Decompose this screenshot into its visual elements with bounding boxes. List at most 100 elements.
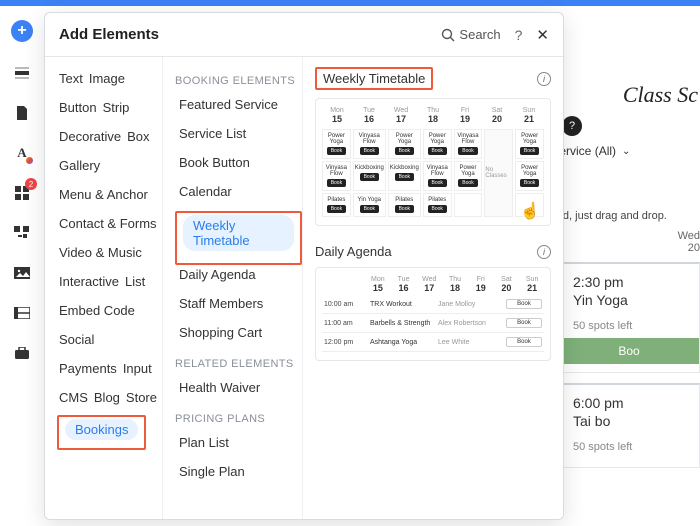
info-icon[interactable]: i xyxy=(537,72,551,86)
canvas-background: Class Sc ↔ ? y: Service (All) ⌄ To add, … xyxy=(568,6,700,526)
element-item[interactable]: Weekly Timetable xyxy=(175,211,302,265)
date-header: 18 xyxy=(418,114,448,124)
category-item[interactable]: Interactive xyxy=(57,270,123,293)
book-mini-button[interactable]: Book xyxy=(395,205,414,213)
weekly-timetable-preview[interactable]: MonTueWedThuFriSatSun 15161718192021 Pow… xyxy=(315,98,551,226)
category-item[interactable]: Gallery xyxy=(57,154,104,177)
category-item[interactable]: Social xyxy=(57,328,98,351)
category-item[interactable]: Payments xyxy=(57,357,121,380)
timetable-cell[interactable]: Vinyasa FlowBook xyxy=(353,129,386,159)
element-item[interactable]: Daily Agenda xyxy=(175,265,302,284)
apps-icon[interactable]: 2 xyxy=(13,184,31,202)
category-item[interactable]: Text xyxy=(57,67,87,90)
timetable-cell[interactable]: Power YogaBook xyxy=(515,129,544,159)
agenda-book-button[interactable]: Book xyxy=(506,337,542,347)
category-item[interactable]: Contact & Forms xyxy=(57,212,161,235)
category-item[interactable]: Decorative xyxy=(57,125,125,148)
help-icon[interactable]: ? xyxy=(515,27,523,43)
book-mini-button[interactable]: Book xyxy=(428,205,447,213)
info-icon[interactable]: i xyxy=(537,245,551,259)
element-item[interactable]: Health Waiver xyxy=(175,378,302,397)
business-icon[interactable] xyxy=(13,344,31,362)
element-item[interactable]: Single Plan xyxy=(175,462,302,481)
book-mini-button[interactable]: Book xyxy=(520,147,539,155)
timetable-cell[interactable]: Vinyasa FlowBook xyxy=(322,161,351,191)
text-style-icon[interactable]: A xyxy=(13,144,31,162)
book-button[interactable]: Boo xyxy=(559,338,699,364)
agenda-row[interactable]: 11:00 amBarbells & StrengthAlex Robertso… xyxy=(322,314,544,333)
category-item[interactable]: Store xyxy=(124,386,161,409)
element-item[interactable]: Calendar xyxy=(175,182,302,201)
book-mini-button[interactable]: Book xyxy=(428,179,447,187)
element-item[interactable]: Staff Members xyxy=(175,294,302,313)
timetable-cell[interactable]: Vinyasa FlowBook xyxy=(423,161,452,191)
book-mini-button[interactable]: Book xyxy=(520,179,539,187)
agenda-row[interactable]: 10:00 amTRX WorkoutJane MolloyBook xyxy=(322,295,544,314)
timetable-cell[interactable]: Power YogaBook xyxy=(454,161,483,191)
timetable-cell[interactable]: KickboxingBook xyxy=(388,161,421,191)
cursor-icon: ☝ xyxy=(520,201,540,221)
timetable-cell[interactable]: KickboxingBook xyxy=(353,161,386,191)
timetable-cell[interactable]: Yin YogaBook xyxy=(353,193,386,217)
book-mini-button[interactable]: Book xyxy=(360,205,379,213)
timetable-cell[interactable] xyxy=(454,193,483,217)
category-item[interactable]: Button xyxy=(57,96,101,119)
book-mini-button[interactable]: Book xyxy=(395,147,414,155)
category-item[interactable]: Strip xyxy=(101,96,134,119)
element-item[interactable]: Service List xyxy=(175,124,302,143)
timetable-cell[interactable]: PilatesBook xyxy=(388,193,421,217)
category-item[interactable]: Embed Code xyxy=(57,299,139,322)
timetable-cell[interactable]: PilatesBook xyxy=(322,193,351,217)
page-icon[interactable] xyxy=(13,104,31,122)
book-mini-button[interactable]: Book xyxy=(360,173,379,181)
timetable-cell[interactable]: PilatesBook xyxy=(423,193,452,217)
close-icon[interactable]: ✕ xyxy=(536,26,549,44)
book-mini-button[interactable]: Book xyxy=(327,205,346,213)
agenda-day-header: Sun21 xyxy=(520,276,544,295)
category-item[interactable]: Menu & Anchor xyxy=(57,183,152,206)
agenda-book-button[interactable]: Book xyxy=(506,318,542,328)
category-item[interactable]: Input xyxy=(121,357,156,380)
book-mini-button[interactable]: Book xyxy=(458,179,477,187)
slot-spots: 50 spots left xyxy=(573,441,689,453)
category-item[interactable]: CMS xyxy=(57,386,92,409)
book-mini-button[interactable]: Book xyxy=(327,179,346,187)
category-item[interactable]: List xyxy=(123,270,149,293)
element-item[interactable]: Plan List xyxy=(175,433,302,452)
search-button[interactable]: Search xyxy=(441,27,500,42)
category-item[interactable]: Bookings xyxy=(57,415,162,450)
agenda-row[interactable]: 12:00 pmAshtanga YogaLee WhiteBook xyxy=(322,333,544,352)
book-mini-button[interactable]: Book xyxy=(327,147,346,155)
timetable-cell[interactable]: Power YogaBook xyxy=(515,161,544,191)
day-header: Wed xyxy=(386,107,416,114)
daily-agenda-preview[interactable]: Mon15Tue16Wed17Thu18Fri19Sat20Sun21 10:0… xyxy=(315,267,551,361)
book-mini-button[interactable]: Book xyxy=(360,147,379,155)
timetable-cell[interactable]: Power YogaBook xyxy=(388,129,421,159)
element-item[interactable]: Book Button xyxy=(175,153,302,172)
section-icon[interactable] xyxy=(13,64,31,82)
agenda-book-button[interactable]: Book xyxy=(506,299,542,309)
timetable-cell[interactable]: Power YogaBook xyxy=(322,129,351,159)
timetable-cell[interactable]: Power YogaBook xyxy=(423,129,452,159)
category-item[interactable]: Blog xyxy=(92,386,124,409)
add-button[interactable]: + xyxy=(11,20,33,42)
element-item[interactable]: Shopping Cart xyxy=(175,323,302,342)
book-mini-button[interactable]: Book xyxy=(395,173,414,181)
chevron-down-icon[interactable]: ⌄ xyxy=(622,146,630,157)
data-icon[interactable] xyxy=(13,304,31,322)
class-slot[interactable]: 6:00 pm Tai bo 50 spots left xyxy=(558,383,700,468)
help-icon[interactable]: ? xyxy=(562,116,582,136)
media-icon[interactable] xyxy=(13,264,31,282)
book-mini-button[interactable]: Book xyxy=(428,147,447,155)
category-item[interactable]: Image xyxy=(87,67,129,90)
class-slot[interactable]: 2:30 pm Yin Yoga 50 spots left Boo xyxy=(558,262,700,373)
timetable-cell[interactable]: Vinyasa FlowBook xyxy=(454,129,483,159)
category-item[interactable]: Video & Music xyxy=(57,241,146,264)
book-mini-button[interactable]: Book xyxy=(458,147,477,155)
date-header: 17 xyxy=(386,114,416,124)
element-item[interactable]: Featured Service xyxy=(175,95,302,114)
search-label: Search xyxy=(459,27,500,42)
category-item[interactable]: Box xyxy=(125,125,153,148)
layout-tool-icon[interactable] xyxy=(13,224,31,242)
section-head-booking: BOOKING ELEMENTS xyxy=(175,75,302,87)
